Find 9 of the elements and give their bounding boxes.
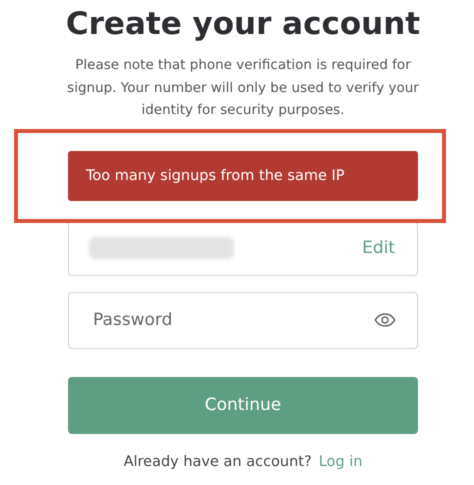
error-banner: Too many signups from the same IP [68, 150, 418, 200]
phone-field[interactable]: Edit [68, 220, 418, 276]
edit-link[interactable]: Edit [362, 238, 395, 258]
continue-button[interactable]: Continue [68, 376, 418, 434]
page-title: Create your account [64, 6, 422, 42]
footer-text: Already have an account? [124, 454, 312, 470]
notice-text: Please note that phone verification is required for signup. Your number will only be used to verify your identity for security purposes. [66, 56, 420, 120]
login-link[interactable]: Log in [318, 454, 362, 470]
password-field[interactable]: Password [68, 292, 418, 348]
